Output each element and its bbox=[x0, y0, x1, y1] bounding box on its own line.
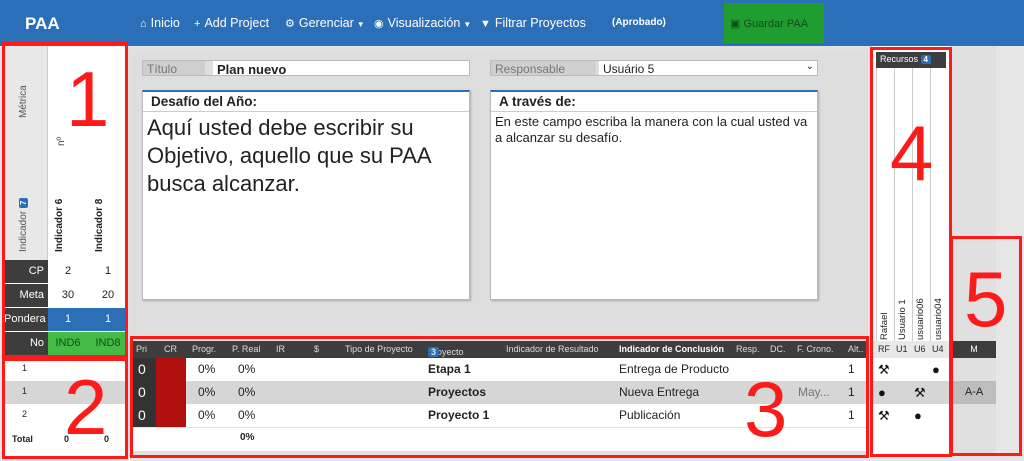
responsable-field[interactable]: Responsable Usuário 5 ⌄ bbox=[490, 60, 818, 76]
nav-filtrar-label: Filtrar Proyectos bbox=[494, 16, 586, 30]
gears-icon: ⚙ bbox=[285, 18, 295, 30]
nav-add-project-label: Add Project bbox=[204, 16, 270, 30]
traves-textarea[interactable]: En este campo escriba la manera con la c… bbox=[491, 112, 817, 148]
eye-icon: ◉ bbox=[374, 18, 384, 30]
floppy-icon: ▣ bbox=[730, 18, 744, 30]
annotation-number-2: 2 bbox=[64, 363, 108, 451]
save-label: Guardar PAA bbox=[743, 18, 809, 30]
top-navbar: PAA ⌂ Inicio + Add Project ⚙ Gerenciar ▼ ◉ Vi… bbox=[0, 0, 1024, 46]
nav-inicio[interactable]: ⌂ Inicio bbox=[140, 16, 180, 30]
responsable-label: Responsable bbox=[491, 61, 596, 76]
desafio-header: Desafío del Año: bbox=[143, 92, 469, 112]
nav-visualizacion[interactable]: ◉ Visualización ▼ bbox=[374, 16, 471, 30]
chevron-down-icon: ▼ bbox=[463, 20, 472, 29]
plus-icon: + bbox=[194, 18, 201, 30]
nav-filtrar-proyectos[interactable]: ▼ Filtrar Proyectos bbox=[480, 16, 586, 30]
traves-box[interactable]: A través de: En este campo escriba la ma… bbox=[490, 90, 818, 300]
titulo-label: Título bbox=[143, 61, 205, 76]
form-panel: Título Plan nuevo Responsable Usuário 5 … bbox=[132, 52, 868, 337]
responsable-select[interactable]: Usuário 5 bbox=[599, 61, 817, 76]
brand-logo[interactable]: PAA bbox=[25, 14, 60, 34]
home-icon: ⌂ bbox=[140, 18, 147, 30]
annotation-number-1: 1 bbox=[66, 55, 110, 143]
filter-icon: ▼ bbox=[480, 18, 491, 30]
chevron-down-icon[interactable]: ⌄ bbox=[806, 61, 814, 72]
desafio-box[interactable]: Desafío del Año: Aquí usted debe escribi… bbox=[142, 90, 470, 300]
titulo-field[interactable]: Título Plan nuevo bbox=[142, 60, 470, 77]
nav-add-project[interactable]: + Add Project bbox=[194, 16, 269, 30]
titulo-input[interactable]: Plan nuevo bbox=[213, 61, 469, 77]
chevron-down-icon: ▼ bbox=[356, 20, 365, 29]
traves-header: A través de: bbox=[491, 92, 817, 112]
nav-visualizacion-label: Visualización bbox=[387, 16, 461, 30]
desafio-textarea[interactable]: Aquí usted debe escribir su Objetivo, aq… bbox=[143, 112, 469, 200]
annotation-number-4: 4 bbox=[890, 109, 934, 197]
annotation-number-3: 3 bbox=[744, 365, 788, 453]
nav-inicio-label: Inicio bbox=[150, 16, 180, 30]
nav-gerenciar[interactable]: ⚙ Gerenciar ▼ bbox=[285, 16, 365, 30]
nav-gerenciar-label: Gerenciar bbox=[298, 16, 354, 30]
annotation-number-5: 5 bbox=[964, 255, 1008, 343]
status-badge: (Aprobado) bbox=[612, 17, 666, 28]
save-paa-button[interactable]: ▣ Guardar PAA bbox=[724, 3, 824, 43]
